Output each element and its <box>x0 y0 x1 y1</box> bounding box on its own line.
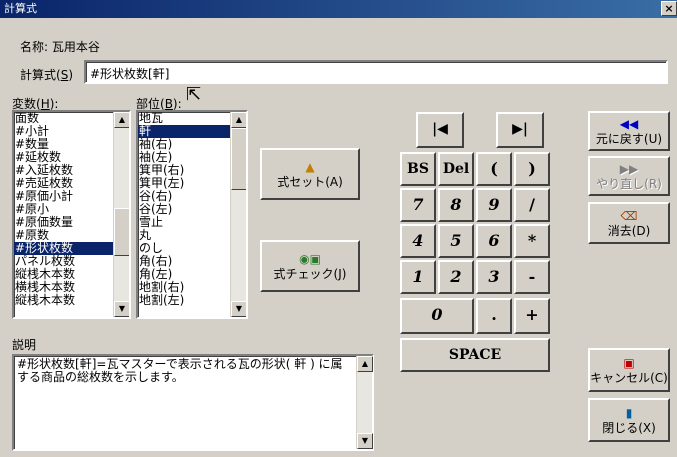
scroll-thumb[interactable] <box>231 128 246 190</box>
decimal-button[interactable]: . <box>476 298 512 334</box>
key-0-button[interactable]: 0 <box>400 298 474 334</box>
minus-button[interactable]: - <box>514 260 550 294</box>
scroll-up-icon[interactable]: ▲ <box>114 112 129 128</box>
space-button[interactable]: SPACE <box>400 338 550 372</box>
scroll-thumb[interactable] <box>114 208 129 256</box>
key-5-button[interactable]: 5 <box>438 224 474 258</box>
undo-icon: ◀◀ <box>619 116 639 131</box>
set-formula-button[interactable]: ▲ 式セット(A) <box>260 148 360 200</box>
right-paren-button[interactable]: ) <box>514 152 550 186</box>
scroll-down-icon[interactable]: ▼ <box>357 433 373 449</box>
parts-scrollbar[interactable]: ▲ ▼ <box>230 112 246 317</box>
divide-button[interactable]: / <box>514 188 550 222</box>
key-1-button[interactable]: 1 <box>400 260 436 294</box>
key-3-button[interactable]: 3 <box>476 260 512 294</box>
first-button[interactable]: |◀ <box>416 112 464 148</box>
redo-button[interactable]: ▶▶ やり直し(R) <box>588 156 670 196</box>
key-7-button[interactable]: 7 <box>400 188 436 222</box>
close-icon[interactable]: × <box>661 1 677 16</box>
mouse-cursor-icon: ⇱ <box>186 84 202 105</box>
formula-input[interactable]: #形状枚数[軒] <box>84 60 668 84</box>
erase-button[interactable]: ⌫ 消去(D) <box>588 202 670 244</box>
key-4-button[interactable]: 4 <box>400 224 436 258</box>
formula-label: 計算式(S) <box>20 68 73 82</box>
formula-check-icon: ◉▣ <box>299 251 321 266</box>
name-row: 名称: 瓦用本谷 <box>20 40 100 54</box>
variable-list-item[interactable]: 縦桟木本数 <box>14 294 129 307</box>
key-9-button[interactable]: 9 <box>476 188 512 222</box>
left-paren-button[interactable]: ( <box>476 152 512 186</box>
redo-icon: ▶▶ <box>619 161 639 176</box>
plus-button[interactable]: + <box>514 298 550 334</box>
backspace-button[interactable]: BS <box>400 152 436 186</box>
name-label: 名称 <box>20 40 45 54</box>
cancel-button[interactable]: ▣ キャンセル(C) <box>588 348 670 392</box>
scroll-up-icon[interactable]: ▲ <box>357 356 373 372</box>
scroll-up-icon[interactable]: ▲ <box>231 112 246 128</box>
window-titlebar: 計算式 × <box>0 0 677 18</box>
formula-value: #形状枚数[軒] <box>90 67 170 81</box>
multiply-button[interactable]: * <box>514 224 550 258</box>
parts-listbox[interactable]: 地瓦軒袖(右) 袖(左) 箕甲(右) 箕甲(左) 谷(右) 谷(左) 雪止丸のし 角(右) 角(… <box>136 110 248 319</box>
key-2-button[interactable]: 2 <box>438 260 474 294</box>
name-value: 瓦用本谷 <box>51 40 100 54</box>
description-text: #形状枚数[軒]=瓦マスターで表示される瓦の形状( 軒 ) に属する商品の総枚数… <box>17 357 343 384</box>
close-button[interactable]: ▮ 閉じる(X) <box>588 398 670 442</box>
scroll-down-icon[interactable]: ▼ <box>231 301 246 317</box>
variables-listbox[interactable]: 面数 #小計 #数量 #延枚数 #入延枚数 #売延枚数 #原価小計 #原小 #原価数量 #原数 #形… <box>12 110 131 319</box>
formula-set-icon: ▲ <box>305 159 315 174</box>
variables-items: 面数 #小計 #数量 #延枚数 #入延枚数 #売延枚数 #原価小計 #原小 #原価数量 #原数 #形… <box>14 112 129 307</box>
key-6-button[interactable]: 6 <box>476 224 512 258</box>
last-button[interactable]: ▶| <box>496 112 544 148</box>
delete-button[interactable]: Del <box>438 152 474 186</box>
eraser-icon: ⌫ <box>620 208 638 223</box>
exit-door-icon: ▮ <box>625 405 633 420</box>
description-box[interactable]: #形状枚数[軒]=瓦マスターで表示される瓦の形状( 軒 ) に属する商品の総枚数… <box>12 354 374 451</box>
description-scrollbar[interactable]: ▲ ▼ <box>356 356 373 449</box>
check-formula-button[interactable]: ◉▣ 式チェック(J) <box>260 240 360 292</box>
cancel-icon: ▣ <box>623 355 635 370</box>
scroll-down-icon[interactable]: ▼ <box>114 301 129 317</box>
variables-scrollbar[interactable]: ▲ ▼ <box>113 112 129 317</box>
key-8-button[interactable]: 8 <box>438 188 474 222</box>
window-title: 計算式 <box>4 2 37 15</box>
description-label: 説明 <box>12 338 37 352</box>
undo-button[interactable]: ◀◀ 元に戻す(U) <box>588 111 670 151</box>
